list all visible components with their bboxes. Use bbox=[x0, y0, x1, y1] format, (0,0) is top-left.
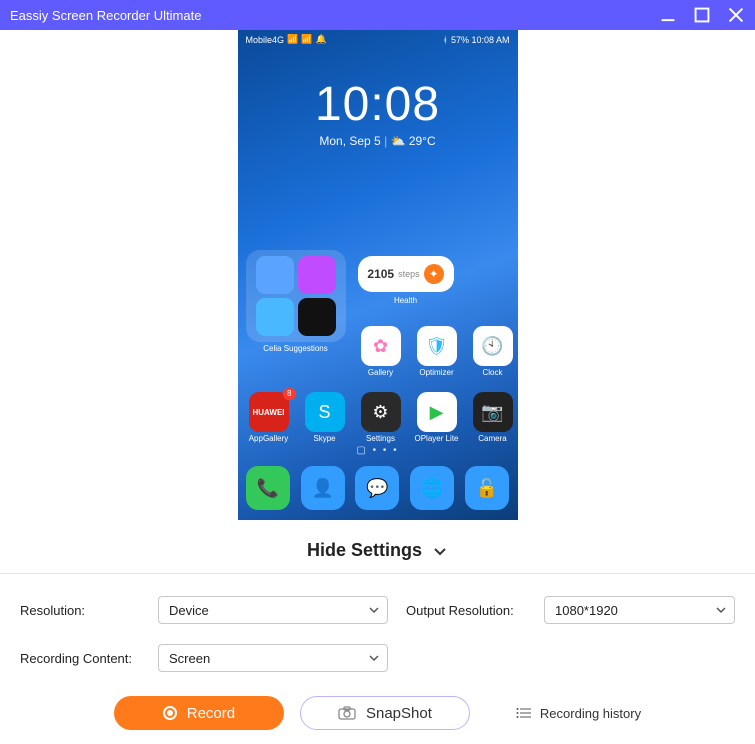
chevron-down-icon bbox=[715, 604, 727, 616]
celia-suggestions[interactable] bbox=[246, 250, 346, 342]
chevron-down-icon bbox=[432, 543, 448, 559]
contacts-icon[interactable]: 👤 bbox=[301, 466, 345, 510]
cloud-icon bbox=[256, 256, 294, 294]
chevron-down-icon bbox=[368, 652, 380, 664]
app-badge: 8 bbox=[283, 388, 295, 400]
close-button[interactable] bbox=[727, 6, 745, 24]
bluetooth-icon: ᚼ bbox=[443, 35, 448, 45]
tiktok-icon bbox=[298, 298, 336, 336]
health-widget[interactable]: 2105 steps ✦ bbox=[358, 256, 454, 292]
recording-history-link[interactable]: Recording history bbox=[516, 706, 641, 721]
phone-preview: Mobile4G 📶 📶 🔔 ᚼ 57% 10:08 AM 10:08 Mon,… bbox=[238, 30, 518, 520]
app-appgallery[interactable]: HUAWEI 8 AppGallery bbox=[246, 392, 292, 443]
app-optimizer[interactable]: 🛡Optimizer bbox=[414, 326, 460, 377]
chevron-down-icon bbox=[368, 604, 380, 616]
camera-icon bbox=[338, 706, 356, 720]
app-skype[interactable]: SSkype bbox=[302, 392, 348, 443]
phone-date: Mon, Sep 5 | ⛅ 29°C bbox=[238, 134, 518, 148]
window-controls bbox=[659, 6, 745, 24]
list-icon bbox=[516, 706, 532, 720]
signal-icon: 📶 bbox=[287, 34, 298, 45]
run-icon: ✦ bbox=[424, 264, 444, 284]
titlebar: Eassiy Screen Recorder Ultimate bbox=[0, 0, 755, 30]
lock-icon[interactable]: 🔓 bbox=[465, 466, 509, 510]
recording-content-select[interactable]: Screen bbox=[158, 644, 388, 672]
cast-icon bbox=[298, 256, 336, 294]
titlebar-text: Eassiy Screen Recorder Ultimate bbox=[10, 8, 659, 23]
phone-icon[interactable]: 📞 bbox=[246, 466, 290, 510]
page-indicator: ▢ • • • bbox=[238, 445, 518, 456]
recording-content-label: Recording Content: bbox=[20, 651, 150, 666]
carrier-label: Mobile4G bbox=[246, 35, 285, 45]
output-resolution-label: Output Resolution: bbox=[396, 603, 536, 618]
app-gallery[interactable]: ✿Gallery bbox=[358, 326, 404, 377]
preview-area: Mobile4G 📶 📶 🔔 ᚼ 57% 10:08 AM 10:08 Mon,… bbox=[0, 30, 755, 530]
health-label: Health bbox=[358, 296, 454, 305]
phone-status-bar: Mobile4G 📶 📶 🔔 ᚼ 57% 10:08 AM bbox=[238, 30, 518, 49]
weather-icon: ⛅ bbox=[391, 134, 406, 148]
browser2-icon[interactable]: 🌐 bbox=[410, 466, 454, 510]
settings-panel: Resolution: Device Output Resolution: 10… bbox=[0, 573, 755, 688]
output-resolution-select[interactable]: 1080*1920 bbox=[544, 596, 735, 624]
app-oplayer[interactable]: ▶OPlayer Lite bbox=[414, 392, 460, 443]
resolution-select[interactable]: Device bbox=[158, 596, 388, 624]
app-clock[interactable]: 🕙Clock bbox=[470, 326, 516, 377]
suggestions-label: Celia Suggestions bbox=[246, 344, 346, 353]
maximize-button[interactable] bbox=[693, 6, 711, 24]
snapshot-button[interactable]: SnapShot bbox=[300, 696, 470, 730]
app-camera[interactable]: 📷Camera bbox=[470, 392, 516, 443]
app-settings[interactable]: ⚙Settings bbox=[358, 392, 404, 443]
record-button[interactable]: Record bbox=[114, 696, 284, 730]
browser-icon bbox=[256, 298, 294, 336]
phone-time: 10:08 bbox=[238, 77, 518, 132]
messages-icon[interactable]: 💬 bbox=[355, 466, 399, 510]
minimize-button[interactable] bbox=[659, 6, 677, 24]
bell-icon: 🔔 bbox=[315, 34, 326, 45]
resolution-label: Resolution: bbox=[20, 603, 150, 618]
dock: 📞 👤 💬 🌐 🔓 bbox=[246, 466, 510, 510]
wifi-icon: 📶 bbox=[301, 34, 312, 45]
hide-settings-toggle[interactable]: Hide Settings bbox=[0, 530, 755, 573]
bottom-bar: Record SnapShot Recording history bbox=[0, 688, 755, 744]
record-icon bbox=[163, 706, 177, 720]
battery-label: 57% 10:08 AM bbox=[451, 35, 510, 45]
